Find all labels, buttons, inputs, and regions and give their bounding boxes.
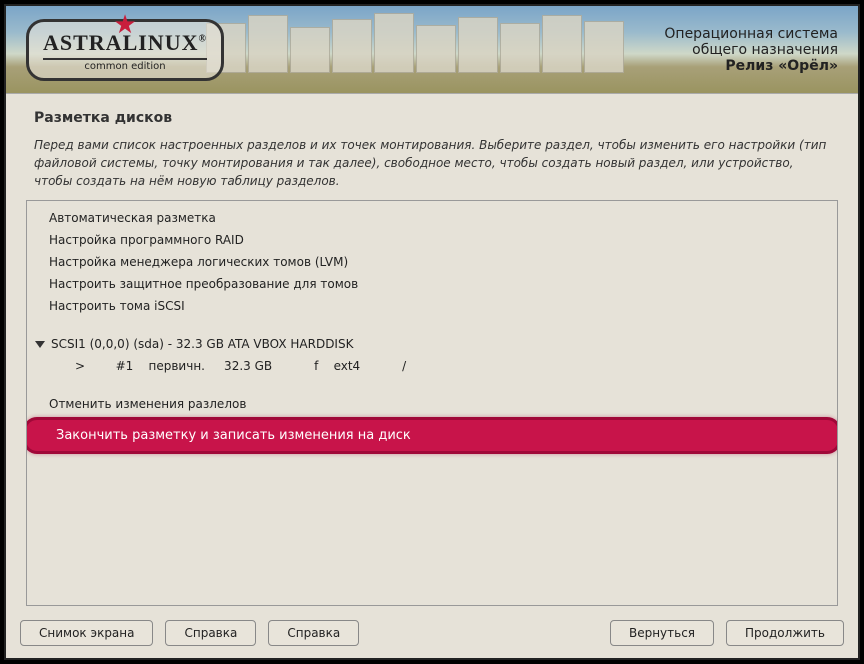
partition-list: Автоматическая разметка Настройка програ… <box>26 200 838 606</box>
menu-configure-iscsi[interactable]: Настроить тома iSCSI <box>27 295 837 317</box>
disk-entry[interactable]: SCSI1 (0,0,0) (sda) - 32.3 GB ATA VBOX H… <box>27 333 837 355</box>
help-button-2[interactable]: Справка <box>268 620 359 646</box>
back-button[interactable]: Вернуться <box>610 620 714 646</box>
header-text: Операционная система общего назначения Р… <box>664 26 838 74</box>
highlight-annotation: Закончить разметку и записать изменения … <box>26 417 838 454</box>
menu-configure-raid[interactable]: Настройка программного RAID <box>27 229 837 251</box>
content-area: Разметка дисков Перед вами список настро… <box>6 94 858 610</box>
partition-entry[interactable]: > #1 первичн. 32.3 GB f ext4 / <box>27 355 837 377</box>
menu-finish-partitioning[interactable]: Закончить разметку и записать изменения … <box>26 417 838 454</box>
logo: ★ ASTRALINUX® common edition <box>26 19 224 81</box>
screenshot-button[interactable]: Снимок экрана <box>20 620 153 646</box>
star-icon: ★ <box>113 10 136 40</box>
disk-label: SCSI1 (0,0,0) (sda) - 32.3 GB ATA VBOX H… <box>51 337 353 351</box>
header-banner: ★ ASTRALINUX® common edition Операционна… <box>6 6 858 94</box>
menu-configure-encrypted[interactable]: Настроить защитное преобразование для то… <box>27 273 837 295</box>
description-text: Перед вами список настроенных разделов и… <box>26 136 838 200</box>
help-button-1[interactable]: Справка <box>165 620 256 646</box>
page-title: Разметка дисков <box>26 104 838 136</box>
expand-triangle-icon <box>35 341 45 348</box>
installer-window: ★ ASTRALINUX® common edition Операционна… <box>4 4 860 660</box>
menu-auto-partition[interactable]: Автоматическая разметка <box>27 207 837 229</box>
logo-sub: common edition <box>43 58 207 72</box>
menu-configure-lvm[interactable]: Настройка менеджера логических томов (LV… <box>27 251 837 273</box>
menu-undo-changes[interactable]: Отменить изменения разлелов <box>27 393 837 415</box>
footer-buttons: Снимок экрана Справка Справка Вернуться … <box>6 610 858 658</box>
continue-button[interactable]: Продолжить <box>726 620 844 646</box>
